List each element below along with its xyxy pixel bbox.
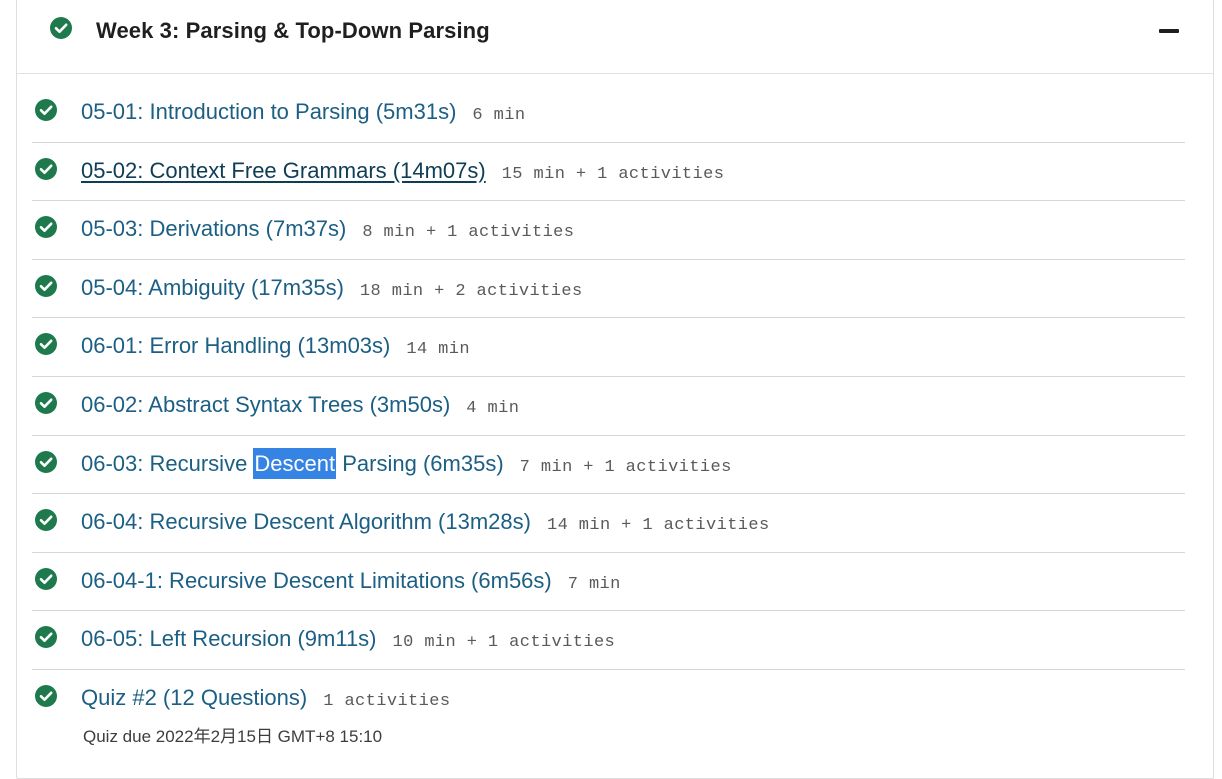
check-circle-icon: [35, 509, 57, 532]
lesson-meta: 7 min: [567, 574, 621, 594]
lesson-meta: 10 min + 1 activities: [392, 633, 616, 653]
lesson-link[interactable]: 06-04-1: Recursive Descent Limitations (…: [81, 568, 552, 593]
lesson-row: 06-04: Recursive Descent Algorithm (13m2…: [32, 494, 1185, 553]
lesson-row: 06-01: Error Handling (13m03s) 14 min: [32, 318, 1185, 377]
lesson-meta: 14 min: [406, 340, 470, 360]
lesson-link[interactable]: 06-04: Recursive Descent Algorithm (13m2…: [81, 509, 531, 534]
quiz-row: Quiz #2 (12 Questions) 1 activities Quiz …: [32, 670, 1185, 746]
check-circle-icon: [35, 391, 57, 414]
week-header[interactable]: Week 3: Parsing & Top-Down Parsing: [17, 0, 1213, 74]
lesson-row: 05-01: Introduction to Parsing (5m31s) 6 …: [32, 84, 1185, 143]
lesson-meta: 18 min + 2 activities: [359, 281, 583, 301]
lesson-row: 06-02: Abstract Syntax Trees (3m50s) 4 mi…: [32, 377, 1185, 436]
lesson-meta: 4 min: [466, 398, 520, 418]
selected-text: Descent: [253, 447, 337, 479]
lesson-row: 05-03: Derivations (7m37s) 8 min + 1 acti…: [32, 201, 1185, 260]
check-circle-icon: [50, 17, 72, 39]
lesson-meta: 6 min: [472, 106, 526, 125]
minus-icon: [1159, 29, 1179, 33]
lesson-link[interactable]: 05-02: Context Free Grammars (14m07s): [81, 158, 486, 183]
lesson-link[interactable]: 05-03: Derivations (7m37s): [81, 216, 346, 241]
lesson-meta: 7 min + 1 activities: [519, 457, 732, 477]
lesson-row: 06-03: Recursive Descent Parsing (6m35s)…: [32, 436, 1185, 495]
check-circle-icon: [35, 99, 57, 121]
week-panel: Week 3: Parsing & Top-Down Parsing 05-01…: [16, 0, 1214, 779]
lesson-row: 05-04: Ambiguity (17m35s) 18 min + 2 acti…: [32, 260, 1185, 319]
check-circle-icon: [35, 450, 57, 473]
lesson-link[interactable]: 05-01: Introduction to Parsing (5m31s): [81, 99, 456, 124]
check-circle-icon: [35, 216, 57, 239]
lesson-link[interactable]: 06-05: Left Recursion (9m11s): [81, 626, 377, 651]
lesson-meta: 8 min + 1 activities: [362, 223, 575, 243]
lesson-title-part: 06-03: Recursive: [81, 450, 254, 476]
check-circle-icon: [35, 626, 57, 649]
lesson-link[interactable]: 06-03: Recursive Descent Parsing (6m35s): [81, 447, 504, 479]
lesson-list: 05-01: Introduction to Parsing (5m31s) 6 …: [32, 84, 1185, 746]
check-circle-icon: [35, 157, 57, 180]
check-circle-icon: [35, 567, 57, 590]
check-circle-icon: [35, 333, 57, 356]
week-title: Week 3: Parsing & Top-Down Parsing: [96, 18, 490, 43]
check-circle-icon: [35, 684, 57, 707]
collapse-button[interactable]: [1157, 26, 1181, 36]
lesson-meta: 14 min + 1 activities: [546, 516, 770, 536]
lesson-link[interactable]: 06-02: Abstract Syntax Trees (3m50s): [81, 392, 450, 417]
lesson-title-part: Parsing (6m35s): [336, 450, 504, 476]
lesson-link[interactable]: 06-01: Error Handling (13m03s): [81, 333, 390, 358]
quiz-link[interactable]: Quiz #2 (12 Questions): [81, 685, 307, 710]
lesson-row: 05-02: Context Free Grammars (14m07s) 15 …: [32, 143, 1185, 202]
lesson-meta: 1 activities: [323, 691, 451, 711]
lesson-row: 06-04-1: Recursive Descent Limitations (…: [32, 553, 1185, 612]
lesson-link[interactable]: 05-04: Ambiguity (17m35s): [81, 275, 344, 300]
lesson-row: 06-05: Left Recursion (9m11s) 10 min + 1 …: [32, 611, 1185, 670]
quiz-due-date: Quiz due 2022年2月15日 GMT+8 15:10: [83, 726, 383, 746]
check-circle-icon: [35, 274, 57, 297]
lesson-meta: 15 min + 1 activities: [501, 164, 725, 184]
